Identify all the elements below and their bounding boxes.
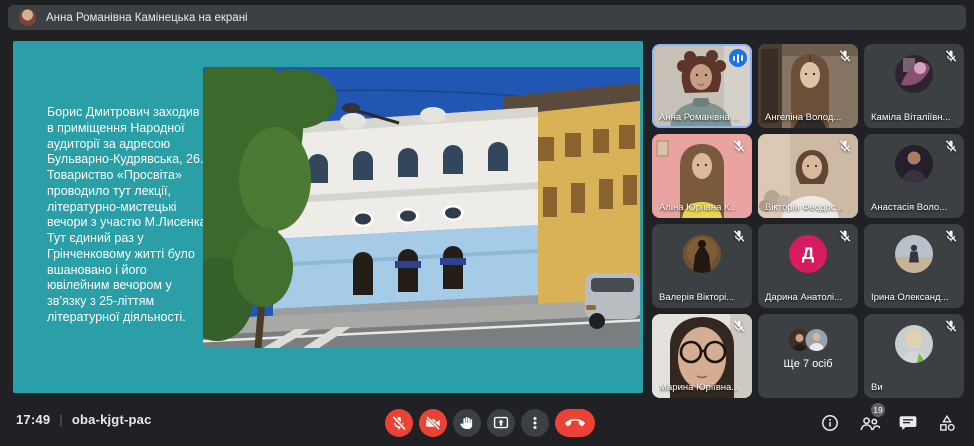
participant-name: Ангеліна Волод... — [765, 112, 841, 123]
presenting-banner: Анна Романівна Камінецька на екрані — [8, 5, 966, 30]
activities-button[interactable] — [934, 409, 960, 437]
screen-share-tile[interactable]: Борис Дмитрович заходив і в приміщення Н… — [13, 41, 643, 393]
mic-off-icon — [732, 139, 746, 153]
participant-name: Дарина Анатолі... — [765, 292, 842, 303]
avatar-initial: Д — [789, 235, 827, 273]
participant-name: Валерія Вікторі... — [659, 292, 734, 303]
camera-off-icon — [425, 415, 441, 431]
participant-name: Анастасія Воло... — [871, 202, 947, 213]
participants-grid: Анна Романівна ... Ангеліна Волод... Кам… — [652, 44, 964, 398]
participant-avatar — [895, 55, 933, 93]
participant-name: Ви — [871, 382, 883, 393]
people-icon — [859, 415, 880, 432]
present-screen-button[interactable] — [487, 409, 515, 437]
mic-off-icon — [944, 139, 958, 153]
more-options-button[interactable] — [521, 409, 549, 437]
participant-name: Каміла Віталіївн... — [871, 112, 950, 123]
mic-off-icon — [944, 229, 958, 243]
participant-tile-5[interactable]: Вікторія Феодос... — [758, 134, 858, 218]
slide-building-photo — [203, 67, 640, 348]
mic-off-icon — [838, 139, 852, 153]
meeting-code: oba-kjgt-pac — [72, 412, 152, 427]
participant-name: Ірина Олександ... — [871, 292, 949, 303]
meeting-panels: 19 — [817, 409, 960, 437]
overflow-count-label: Ще 7 осіб — [758, 358, 858, 370]
end-call-button[interactable] — [555, 409, 595, 437]
overflow-tile[interactable]: Ще 7 осіб — [758, 314, 858, 398]
mic-off-icon — [838, 49, 852, 63]
chat-icon — [899, 415, 917, 431]
participant-name: Вікторія Феодос... — [765, 202, 844, 213]
participant-avatar — [895, 325, 933, 363]
participant-tile-1[interactable]: Анна Романівна ... — [652, 44, 752, 128]
mic-off-icon — [732, 229, 746, 243]
call-controls — [385, 409, 595, 437]
clock: 17:49 — [16, 412, 50, 427]
mic-off-icon — [732, 319, 746, 333]
participant-avatar — [895, 235, 933, 273]
participant-tile-3[interactable]: Каміла Віталіївн... — [864, 44, 964, 128]
participant-tile-10[interactable]: Марина Юріївна... — [652, 314, 752, 398]
more-options-icon — [527, 415, 543, 431]
end-call-icon — [565, 413, 585, 433]
people-count-badge: 19 — [871, 403, 885, 417]
participant-tile-6[interactable]: Анастасія Воло... — [864, 134, 964, 218]
participant-name: Марина Юріївна... — [659, 382, 739, 393]
participant-avatar: Д — [789, 235, 827, 273]
participant-tile-7[interactable]: Валерія Вікторі... — [652, 224, 752, 308]
chat-button[interactable] — [895, 409, 921, 437]
people-button[interactable]: 19 — [856, 409, 882, 437]
participant-tile-4[interactable]: Аліна Юріївна К... — [652, 134, 752, 218]
overflow-avatars — [789, 329, 828, 351]
mic-off-icon — [944, 319, 958, 333]
separator: | — [59, 412, 63, 427]
participant-tile-9[interactable]: Ірина Олександ... — [864, 224, 964, 308]
camera-off-button[interactable] — [419, 409, 447, 437]
info-button[interactable] — [817, 409, 843, 437]
participant-tile-8[interactable]: Д Дарина Анатолі... — [758, 224, 858, 308]
participant-tile-2[interactable]: Ангеліна Волод... — [758, 44, 858, 128]
presenter-avatar — [19, 9, 36, 26]
participant-avatar — [683, 235, 721, 273]
audio-level-icon — [729, 49, 747, 67]
presenting-banner-label: Анна Романівна Камінецька на екрані — [46, 12, 248, 24]
mic-off-icon — [391, 415, 407, 431]
raise-hand-button[interactable] — [453, 409, 481, 437]
participant-avatar — [895, 145, 933, 183]
slide-body-text: Борис Дмитрович заходив і в приміщення Н… — [47, 105, 211, 326]
activities-icon — [938, 414, 956, 432]
participant-name: Анна Романівна ... — [659, 112, 740, 123]
participant-name: Аліна Юріївна К... — [659, 202, 737, 213]
mic-off-button[interactable] — [385, 409, 413, 437]
raise-hand-icon — [459, 415, 475, 431]
meeting-info: 17:49 | oba-kjgt-pac — [16, 412, 152, 427]
present-screen-icon — [493, 415, 509, 431]
mic-off-icon — [944, 49, 958, 63]
mic-off-icon — [838, 229, 852, 243]
self-tile[interactable]: Ви — [864, 314, 964, 398]
info-icon — [821, 414, 839, 432]
